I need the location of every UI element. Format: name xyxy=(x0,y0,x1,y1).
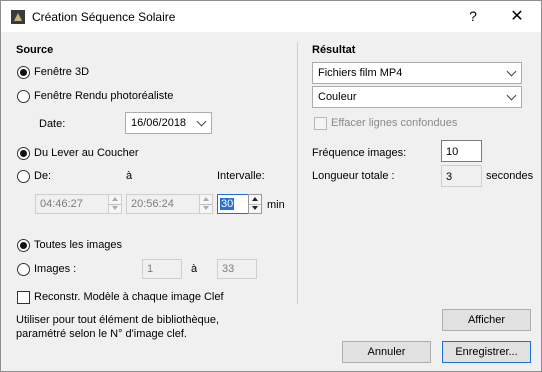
radio-photorender-window-label[interactable]: Fenêtre Rendu photoréaliste xyxy=(34,90,173,102)
radio-from-time[interactable] xyxy=(17,170,30,183)
cancel-button[interactable]: Annuler xyxy=(342,341,431,363)
result-heading: Résultat xyxy=(312,44,356,56)
duration-label: Longueur totale : xyxy=(312,170,395,182)
window-title: Création Séquence Solaire xyxy=(32,10,176,24)
frequency-field[interactable]: 10 xyxy=(441,140,482,162)
radio-3d-window-label[interactable]: Fenêtre 3D xyxy=(34,66,89,78)
spin-up-icon xyxy=(252,197,258,201)
erase-lines-label[interactable]: Effacer lignes confondues xyxy=(331,117,457,129)
radio-from-time-label[interactable]: De: xyxy=(34,170,51,182)
from-time-field[interactable]: 04:46:27 xyxy=(35,194,109,214)
rebuild-model-label[interactable]: Reconstr. Modèle à chaque image Clef xyxy=(34,291,224,303)
date-label: Date: xyxy=(39,118,66,130)
to-label: à xyxy=(126,170,133,182)
interval-stepper[interactable] xyxy=(248,194,262,214)
note-line-1: Utiliser pour tout élément de bibliothèq… xyxy=(16,314,220,326)
images-to-field[interactable]: 33 xyxy=(217,259,257,279)
spin-up-icon xyxy=(203,197,209,201)
interval-unit: min xyxy=(267,199,285,211)
output-format-value: Fichiers film MP4 xyxy=(318,67,403,79)
radio-3d-window[interactable] xyxy=(17,66,30,79)
radio-all-images[interactable] xyxy=(17,239,30,252)
show-button[interactable]: Afficher xyxy=(442,309,531,331)
spin-down-icon xyxy=(203,206,209,210)
radio-photorender-window[interactable] xyxy=(17,90,30,103)
radio-all-images-label[interactable]: Toutes les images xyxy=(34,239,122,251)
to-time-field[interactable]: 20:56:24 xyxy=(126,194,200,214)
frequency-label: Fréquence images: xyxy=(312,147,407,159)
spin-down-icon xyxy=(252,206,258,210)
spin-down-icon xyxy=(112,206,118,210)
color-mode-value: Couleur xyxy=(318,91,357,103)
source-heading: Source xyxy=(16,44,54,56)
rebuild-model-checkbox[interactable] xyxy=(17,291,30,304)
sun-sequence-dialog: Création Séquence Solaire ? ✕ Source Fen… xyxy=(0,0,542,372)
interval-field[interactable]: 30 xyxy=(217,194,249,214)
duration-unit: secondes xyxy=(486,170,534,182)
title-bar: Création Séquence Solaire ? ✕ xyxy=(1,1,541,32)
output-format-select[interactable]: Fichiers film MP4 xyxy=(312,62,522,84)
date-value: 16/06/2018 xyxy=(131,117,187,129)
chevron-down-icon xyxy=(506,90,517,101)
radio-image-range[interactable] xyxy=(17,263,30,276)
radio-image-range-label[interactable]: Images : xyxy=(34,263,76,275)
date-picker[interactable]: 16/06/2018 xyxy=(125,112,212,134)
radio-sunrise-sunset[interactable] xyxy=(17,147,30,160)
section-divider xyxy=(297,42,298,304)
images-to-label: à xyxy=(191,263,198,275)
help-button[interactable]: ? xyxy=(453,1,493,32)
note-line-2: paramétré selon le N° d'image clef. xyxy=(16,328,187,340)
duration-field: 3 xyxy=(441,165,482,187)
spin-up-icon xyxy=(112,197,118,201)
close-button[interactable]: ✕ xyxy=(497,1,537,32)
save-button[interactable]: Enregistrer... xyxy=(442,341,531,363)
interval-label: Intervalle: xyxy=(217,170,265,182)
erase-lines-checkbox[interactable] xyxy=(314,117,327,130)
from-time-stepper[interactable] xyxy=(108,194,122,214)
chevron-down-icon xyxy=(196,116,207,127)
chevron-down-icon xyxy=(506,66,517,77)
radio-sunrise-sunset-label[interactable]: Du Lever au Coucher xyxy=(34,147,139,159)
images-from-field[interactable]: 1 xyxy=(142,259,182,279)
to-time-stepper[interactable] xyxy=(199,194,213,214)
interval-value: 30 xyxy=(220,198,235,210)
app-icon xyxy=(11,10,25,24)
color-mode-select[interactable]: Couleur xyxy=(312,86,522,108)
